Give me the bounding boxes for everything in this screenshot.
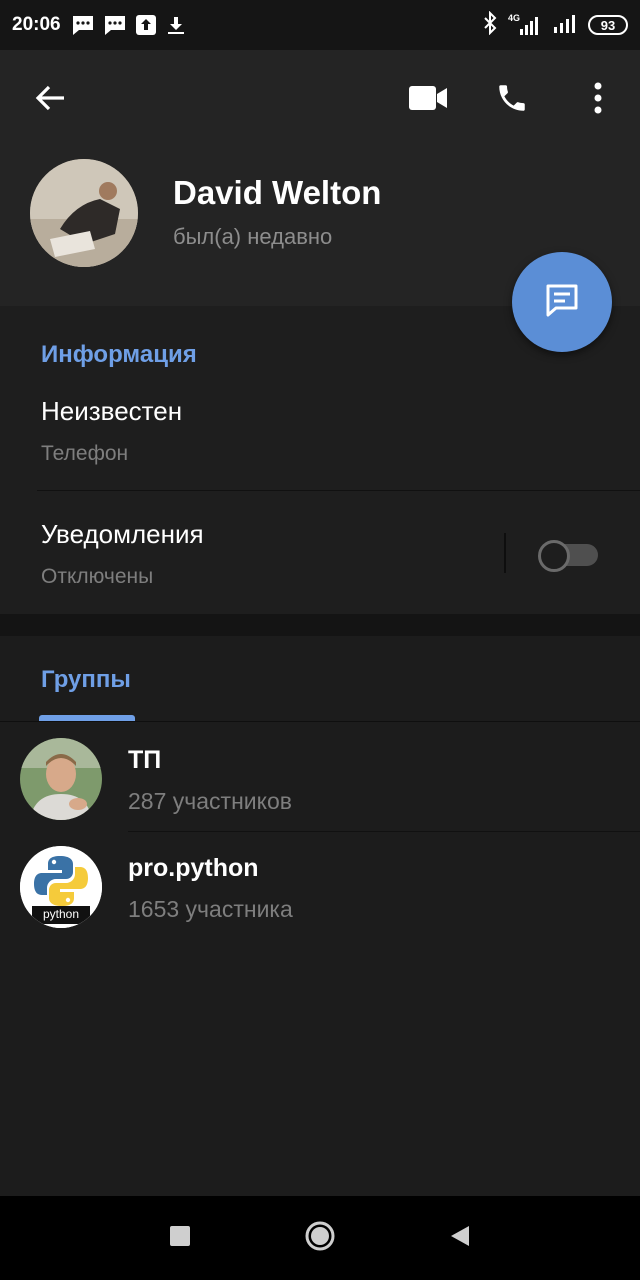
notifications-toggle[interactable] <box>538 540 598 572</box>
group-avatar: python <box>20 846 102 928</box>
profile-avatar[interactable] <box>30 159 138 267</box>
group-members: 1653 участника <box>128 896 293 922</box>
group-name: pro.python <box>128 854 259 882</box>
message-icon <box>103 14 127 36</box>
call-button[interactable] <box>486 76 538 124</box>
section-separator <box>0 614 640 636</box>
status-bar: 20:06 4G 93 <box>0 0 640 50</box>
recents-button[interactable] <box>160 1218 200 1258</box>
triangle-left-icon <box>449 1224 471 1253</box>
profile-name: David Welton <box>173 174 382 211</box>
system-nav-bar <box>0 1196 640 1280</box>
info-section: Информация Неизвестен Телефон Уведомлени… <box>0 306 640 614</box>
signal-icon: 4G <box>508 13 542 37</box>
message-icon <box>542 280 582 325</box>
signal-icon <box>552 11 578 40</box>
more-vertical-icon <box>593 82 603 119</box>
toggle-thumb <box>538 540 570 572</box>
group-avatar <box>20 738 102 820</box>
send-message-button[interactable] <box>512 252 612 352</box>
message-icon <box>71 14 95 36</box>
status-right: 4G 93 <box>482 10 628 40</box>
info-title: Информация <box>41 341 197 368</box>
python-logo-label: python <box>42 907 80 921</box>
video-camera-icon <box>408 85 448 116</box>
status-time: 20:06 <box>12 14 61 35</box>
more-menu-button[interactable] <box>578 76 618 124</box>
back-button[interactable] <box>24 78 76 122</box>
phone-row[interactable]: Неизвестен Телефон <box>0 376 640 490</box>
video-call-button[interactable] <box>402 78 454 122</box>
download-icon <box>165 14 187 36</box>
back-nav-button[interactable] <box>440 1218 480 1258</box>
circle-icon <box>304 1220 336 1257</box>
group-members: 287 участников <box>128 788 292 814</box>
profile-screen: 20:06 4G 93 David Welton был(а) недавно … <box>0 0 640 1280</box>
tab-groups[interactable]: Группы <box>41 666 131 694</box>
square-icon <box>169 1225 191 1252</box>
profile-status: был(а) недавно <box>173 224 333 249</box>
phone-icon <box>495 81 529 120</box>
group-item[interactable]: python pro.python 1653 участника <box>0 830 640 938</box>
toggle-separator <box>504 533 506 573</box>
bluetooth-icon <box>482 10 498 40</box>
groups-section: Группы ТП 287 участников python pro.pyth… <box>0 636 640 1196</box>
phone-label: Телефон <box>41 442 129 465</box>
group-item[interactable]: ТП 287 участников <box>0 722 640 830</box>
phone-value: Неизвестен <box>41 396 183 426</box>
home-button[interactable] <box>300 1218 340 1258</box>
arrow-left-icon <box>34 84 66 117</box>
upload-icon <box>135 14 157 36</box>
notifications-value: Отключены <box>41 565 154 588</box>
battery-indicator: 93 <box>588 15 628 35</box>
group-name: ТП <box>128 746 162 774</box>
notifications-label: Уведомления <box>41 519 204 549</box>
